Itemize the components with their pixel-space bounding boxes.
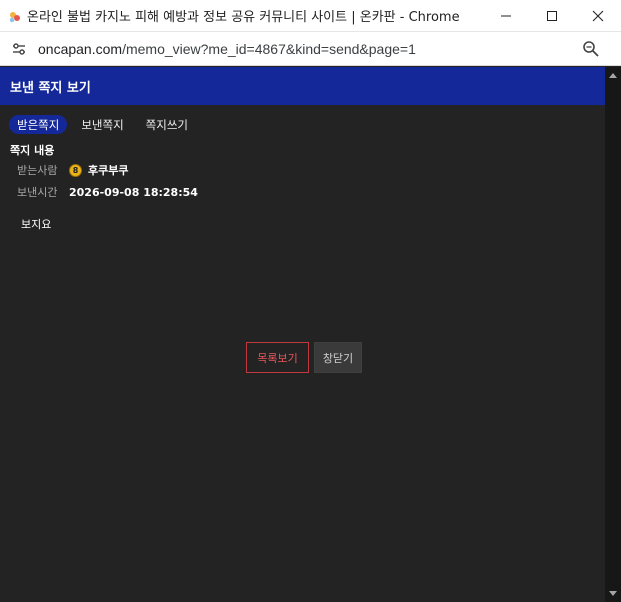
tab-received[interactable]: 받은쪽지 <box>9 115 68 134</box>
vertical-scrollbar[interactable] <box>605 67 621 602</box>
url-host: oncapan.com <box>38 40 123 57</box>
recipient-label: 받는사람 <box>17 164 58 177</box>
url-path: /memo_view?me_id=4867&kind=send&page=1 <box>122 40 416 57</box>
list-button[interactable]: 목록보기 <box>246 342 309 373</box>
window-titlebar: 온라인 불법 카지노 피해 예방과 정보 공유 커뮤니티 사이트 | 온카판 -… <box>0 0 621 32</box>
zoom-icon[interactable] <box>581 39 601 59</box>
url-text[interactable]: oncapan.com/memo_view?me_id=4867&kind=se… <box>38 41 416 57</box>
close-popup-button[interactable]: 창닫기 <box>314 342 362 373</box>
site-favicon-icon <box>7 8 23 24</box>
minimize-button[interactable] <box>483 0 529 32</box>
sent-time-value: 2026-09-08 18:28:54 <box>69 185 198 199</box>
maximize-button[interactable] <box>529 0 575 32</box>
section-title: 쪽지 내용 <box>10 144 55 157</box>
minimize-icon <box>501 15 511 17</box>
tab-write[interactable]: 쪽지쓰기 <box>138 115 196 134</box>
scroll-down-icon[interactable] <box>609 591 617 596</box>
recipient-row: 받는사람 8 후쿠부쿠 <box>17 162 128 178</box>
memo-body: 보지요 <box>21 218 52 231</box>
window-title: 온라인 불법 카지노 피해 예방과 정보 공유 커뮤니티 사이트 | 온카판 -… <box>27 10 460 25</box>
close-window-button[interactable] <box>575 0 621 32</box>
site-info-icon[interactable] <box>9 39 29 59</box>
maximize-icon <box>547 11 557 21</box>
memo-tabs: 받은쪽지 보낸쪽지 쪽지쓰기 <box>9 115 196 134</box>
page-title: 보낸 쪽지 보기 <box>10 80 91 96</box>
address-bar[interactable]: oncapan.com/memo_view?me_id=4867&kind=se… <box>0 32 621 66</box>
sent-time-row: 보낸시간 2026-09-08 18:28:54 <box>17 184 198 200</box>
action-buttons: 목록보기 창닫기 <box>246 342 362 373</box>
sent-time-label: 보낸시간 <box>17 186 58 199</box>
tab-sent[interactable]: 보낸쪽지 <box>73 115 131 134</box>
close-icon <box>592 10 604 22</box>
recipient-name[interactable]: 후쿠부쿠 <box>88 162 128 178</box>
page-content: 보낸 쪽지 보기 받은쪽지 보낸쪽지 쪽지쓰기 쪽지 내용 받는사람 8 후쿠부… <box>0 67 605 602</box>
page-header: 보낸 쪽지 보기 <box>0 67 605 105</box>
level-badge-icon: 8 <box>69 163 82 177</box>
scroll-up-icon[interactable] <box>609 73 617 78</box>
